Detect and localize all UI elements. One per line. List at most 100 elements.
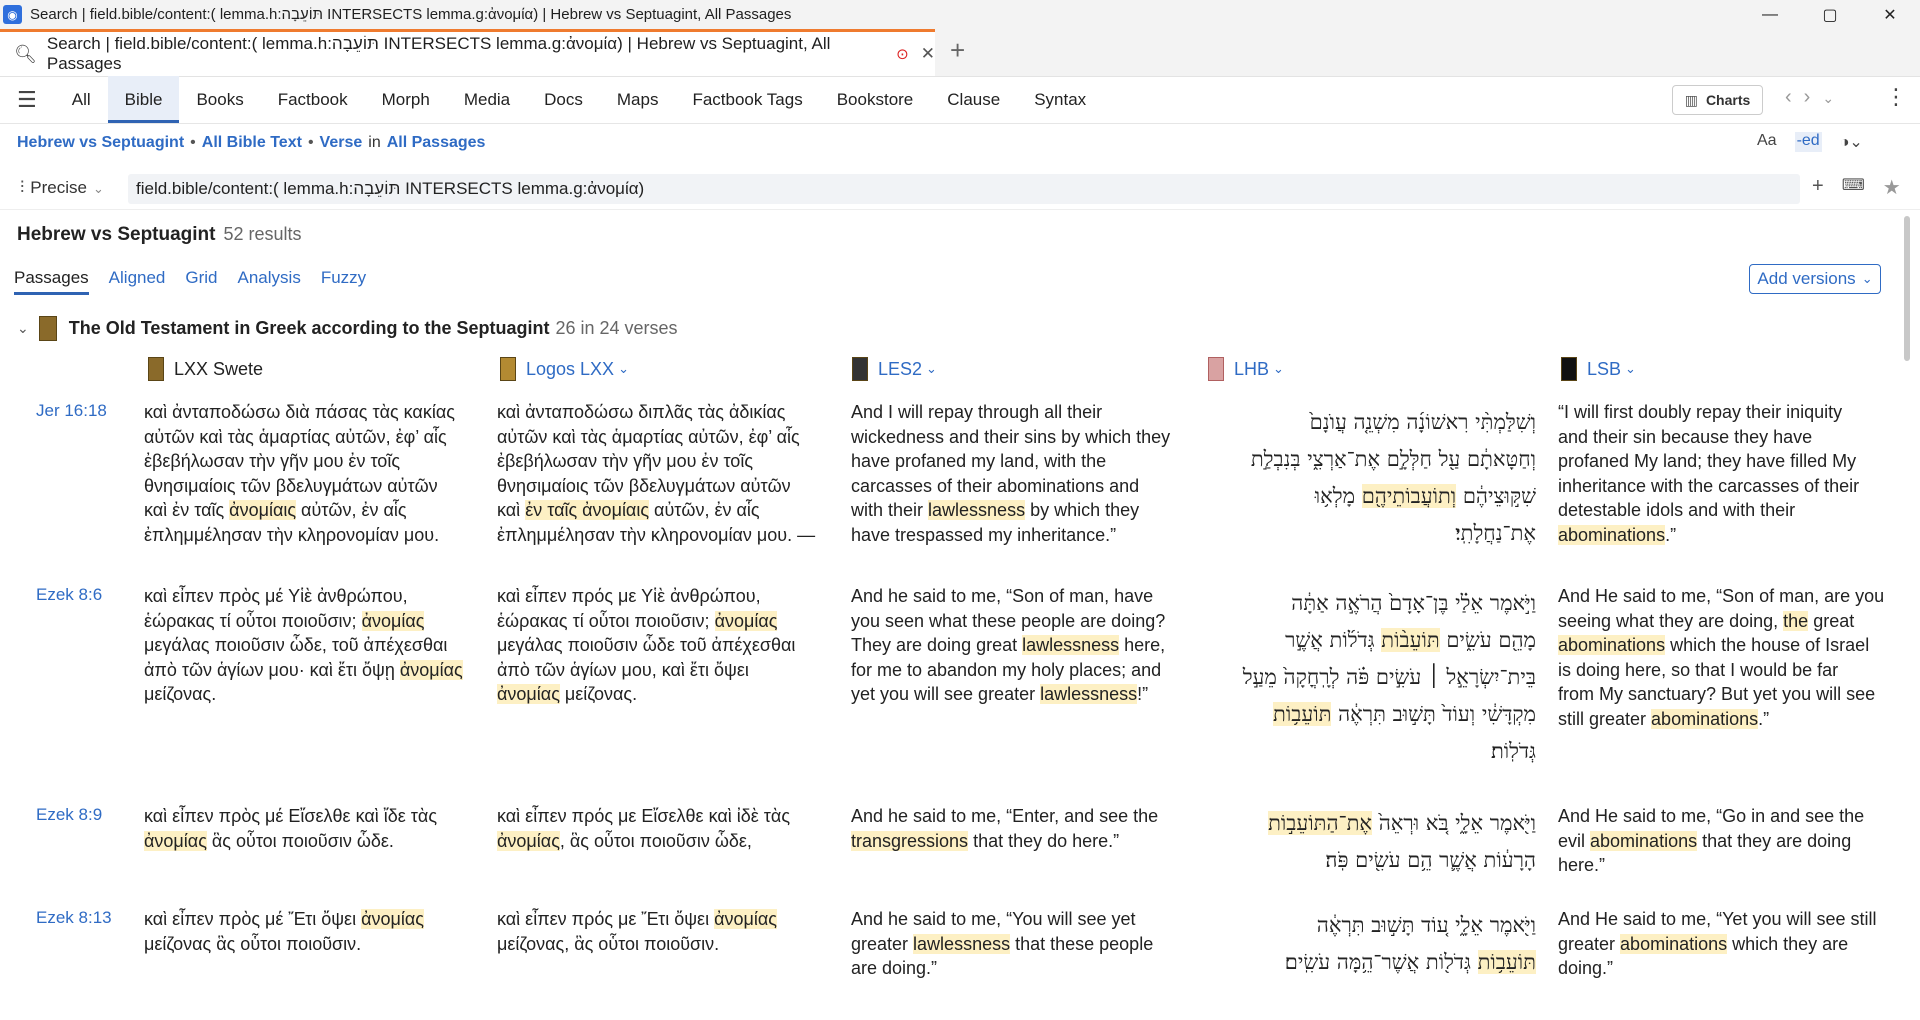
nav-maps[interactable]: Maps	[600, 76, 676, 123]
search-hit-highlight[interactable]: lawlessness	[913, 933, 1011, 954]
minimize-button[interactable]: —	[1740, 0, 1800, 29]
add-versions-button[interactable]: Add versions ⌄	[1749, 264, 1881, 294]
crumb-range[interactable]: All Passages	[387, 134, 486, 151]
crumb-text[interactable]: All Bible Text	[202, 134, 302, 151]
close-window-button[interactable]: ✕	[1860, 0, 1920, 29]
book-cover-icon	[38, 316, 57, 341]
verse-reference-link[interactable]: Ezek 8:6	[36, 585, 102, 605]
verse-reference-link[interactable]: Ezek 8:9	[36, 805, 102, 825]
history-dropdown-icon[interactable]: ⌄	[1822, 90, 1846, 106]
visual-filter-icon[interactable]: ◑⌄	[1840, 132, 1863, 152]
search-hit-highlight[interactable]: abominations	[1620, 933, 1728, 954]
nav-bible[interactable]: Bible	[107, 76, 180, 123]
nav-factbook-tags[interactable]: Factbook Tags	[675, 76, 819, 123]
nav-syntax[interactable]: Syntax	[1017, 76, 1103, 123]
column-title[interactable]: LES2	[878, 359, 922, 380]
record-icon[interactable]: ⊙	[896, 45, 909, 63]
search-hit-highlight[interactable]: ἀνομίας	[714, 610, 778, 631]
search-input[interactable]: field.bible/content:( lemma.h:תּוֹעֵבָה …	[128, 174, 1800, 204]
search-hit-highlight[interactable]: ἀνομίας	[714, 909, 777, 929]
verse-text: for me to abandon my holy places; and	[851, 659, 1162, 680]
nav-docs[interactable]: Docs	[527, 76, 600, 123]
resource-group-header[interactable]: ⌄ The Old Testament in Greek according t…	[17, 316, 678, 341]
close-tab-button[interactable]: ✕	[921, 44, 935, 64]
column-title[interactable]: LSB	[1587, 359, 1621, 380]
nav-factbook[interactable]: Factbook	[261, 76, 365, 123]
verse-line: yet you will see greater lawlessness!”	[851, 682, 1181, 707]
verse-text: גְּדֹלֽוֹת׃	[1490, 739, 1536, 763]
new-tab-button[interactable]: +	[950, 37, 965, 63]
search-hit-highlight[interactable]: lawlessness	[928, 500, 1026, 520]
search-hit-highlight[interactable]: ἀνομίας	[361, 610, 425, 631]
nav-morph[interactable]: Morph	[365, 76, 447, 123]
crumb-scope[interactable]: Hebrew vs Septuagint	[17, 134, 184, 151]
tab-search[interactable]: 🔍︎ Search | field.bible/content:( lemma.…	[0, 29, 935, 76]
search-hit-highlight[interactable]: abominations	[1651, 708, 1759, 729]
search-hit-highlight[interactable]: ἀνομίας	[497, 684, 560, 704]
column-title[interactable]: Logos LXX	[526, 359, 614, 380]
breadcrumb: Hebrew vs Septuagint • All Bible Text • Vers…	[17, 134, 485, 152]
search-hit-highlight[interactable]: transgressions	[851, 830, 969, 851]
verse-reference-link[interactable]: Ezek 8:13	[36, 908, 112, 928]
back-icon[interactable]: ‹	[1785, 86, 1804, 108]
verse-line: is doing here, so that I would be far	[1558, 658, 1888, 683]
nav-media[interactable]: Media	[447, 76, 527, 123]
add-icon[interactable]: +	[1812, 175, 1824, 200]
search-hit-highlight[interactable]: תּוֹעֵב֥וֹת	[1477, 950, 1536, 974]
more-options-icon[interactable]: ⋮	[1885, 84, 1907, 110]
search-hit-highlight[interactable]: the	[1783, 610, 1809, 631]
menu-icon[interactable]: ☰	[17, 87, 37, 113]
search-hit-highlight[interactable]: lawlessness	[1022, 635, 1120, 655]
tab-analysis[interactable]: Analysis	[238, 268, 301, 295]
scrollbar[interactable]	[1904, 216, 1910, 361]
column-header[interactable]: Logos LXX ⌄	[500, 357, 629, 381]
nav-clause[interactable]: Clause	[930, 76, 1017, 123]
search-hit-highlight[interactable]: abominations	[1558, 524, 1666, 545]
search-hit-highlight[interactable]: וְתוֹעֲבוֹתֵיהֶ֖ם	[1361, 484, 1457, 508]
star-icon[interactable]: ★	[1883, 175, 1901, 200]
search-hit-highlight[interactable]: ἀνομίας	[144, 830, 207, 851]
search-hit-highlight[interactable]: ἀνομίας	[399, 659, 463, 680]
collapse-icon[interactable]: ⌄	[17, 320, 29, 337]
tab-passages[interactable]: Passages	[14, 268, 89, 295]
chevron-down-icon: ⌄	[1625, 361, 1636, 376]
search-hit-highlight[interactable]: lawlessness	[1040, 684, 1138, 704]
nav-books[interactable]: Books	[179, 76, 260, 123]
edit-mode-icon[interactable]: -ed	[1794, 132, 1822, 152]
verse-cell: καὶ εἶπεν πρός με Υἱὲ ἀνθρώπου, ἑώρακας τ…	[497, 584, 837, 707]
search-hit-highlight[interactable]: תּוֹעֵב֥וֹת	[1273, 702, 1332, 726]
match-mode-select[interactable]: ⫶ Precise ⌄	[20, 178, 104, 198]
tab-aligned[interactable]: Aligned	[109, 268, 166, 295]
crumb-unit[interactable]: Verse	[320, 134, 363, 151]
verse-line: ἀνομίας ἃς οὗτοι ποιοῦσιν ὧδε.	[144, 829, 484, 854]
verse-text: And he said to me, “Enter, and see the	[851, 806, 1159, 826]
nav-bookstore[interactable]: Bookstore	[820, 76, 931, 123]
verse-text: with their	[851, 500, 929, 520]
verse-text: which the house of Israel	[1665, 635, 1870, 655]
search-hit-highlight[interactable]: תּוֹעֵב֨וֹת	[1381, 628, 1440, 652]
keyboard-icon[interactable]: ⌨	[1842, 175, 1865, 200]
nav-all[interactable]: All	[55, 76, 108, 123]
column-header[interactable]: LES2 ⌄	[852, 357, 937, 381]
column-header[interactable]: LHB ⌄	[1208, 357, 1284, 381]
charts-button[interactable]: ▥ Charts	[1672, 85, 1763, 115]
search-hit-highlight[interactable]: אֶת־הַתּוֹעֵב֣וֹת	[1268, 811, 1373, 835]
verse-cell: καὶ εἶπεν πρὸς μέ Ἔτι ὄψει ἀνομίας μείζον…	[144, 907, 484, 956]
search-hit-highlight[interactable]: ἀνομίαις	[229, 500, 297, 520]
tab-grid[interactable]: Grid	[185, 268, 217, 295]
font-size-icon[interactable]: Aa	[1757, 132, 1777, 152]
column-title[interactable]: LHB	[1234, 359, 1269, 380]
verse-text: καὶ ἀνταποδώσω διὰ πάσας τὰς κακίας	[144, 402, 455, 422]
forward-icon[interactable]: ›	[1804, 86, 1823, 108]
search-hit-highlight[interactable]: abominations	[1590, 830, 1698, 851]
search-hit-highlight[interactable]: ἐν ταῖς ἀνομίαις	[525, 500, 650, 520]
search-hit-highlight[interactable]: ἀνομίας	[497, 830, 560, 851]
verse-line: wickedness and their sins by which they	[851, 425, 1181, 450]
restore-button[interactable]: ▢	[1800, 0, 1860, 29]
search-hit-highlight[interactable]: abominations	[1558, 635, 1666, 655]
tab-fuzzy[interactable]: Fuzzy	[321, 268, 366, 295]
verse-line: θνησιμαίοις τῶν βδελυγμάτων αὐτῶν	[144, 474, 484, 499]
column-header[interactable]: LSB ⌄	[1561, 357, 1636, 381]
search-hit-highlight[interactable]: ἀνομίας	[361, 909, 424, 929]
verse-reference-link[interactable]: Jer 16:18	[36, 401, 107, 421]
